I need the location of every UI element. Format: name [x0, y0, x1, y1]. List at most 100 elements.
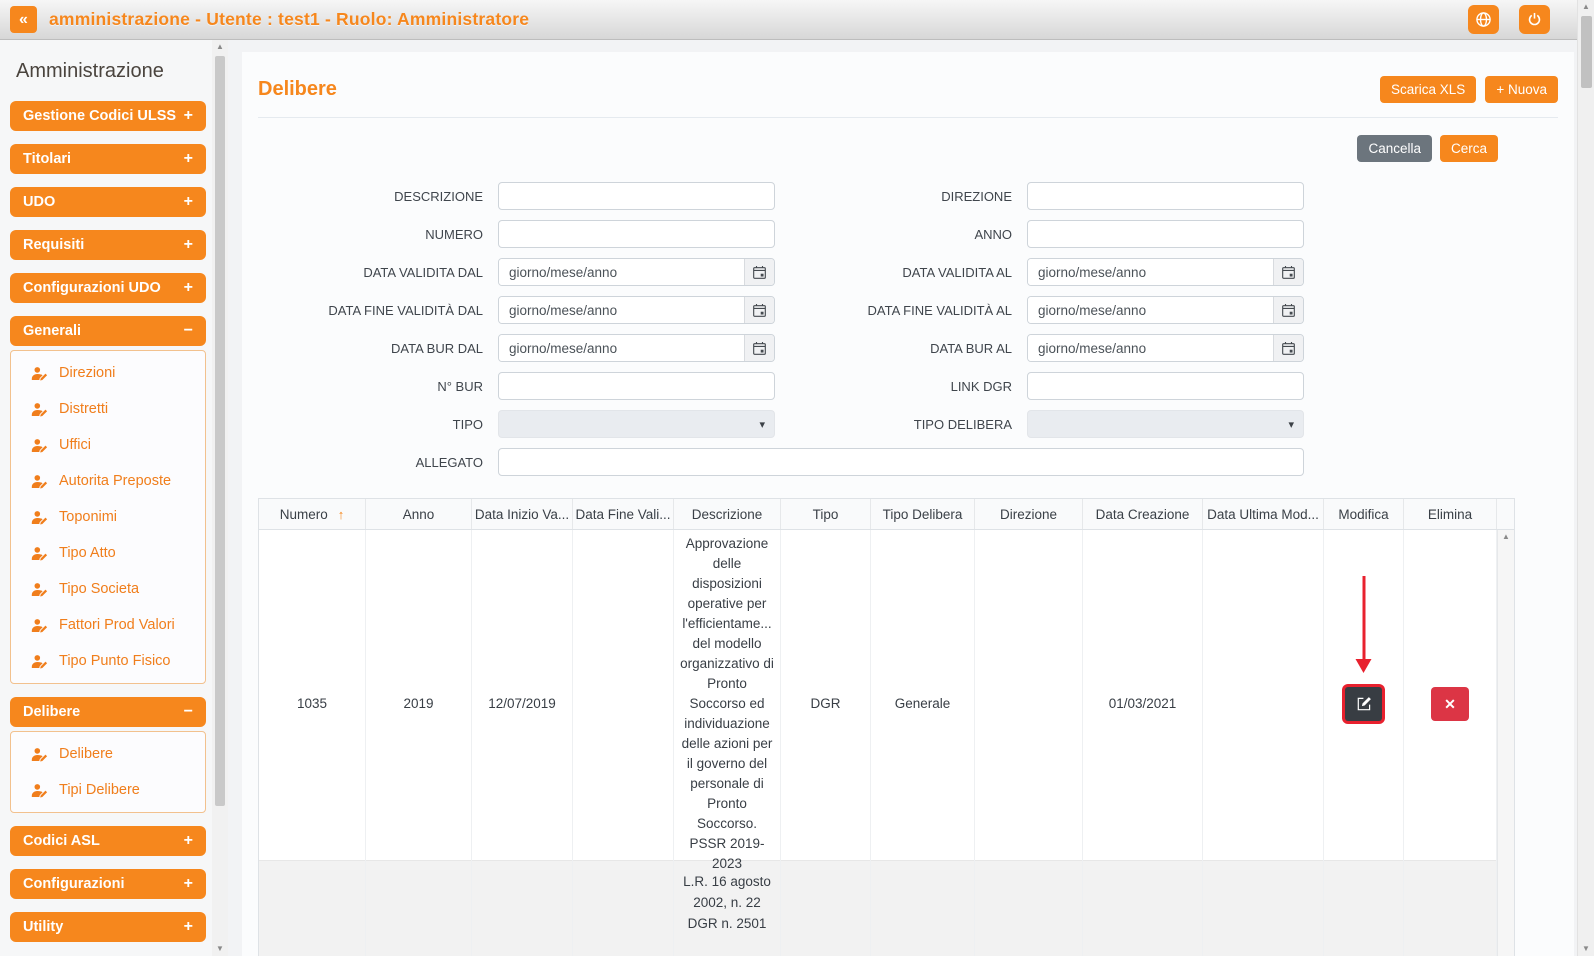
sidebar-section-requisiti[interactable]: Requisiti +	[10, 230, 206, 260]
top-bar: « amministrazione - Utente : test1 - Ruo…	[0, 0, 1594, 40]
sidebar-item-tipo-atto[interactable]: Tipo Atto	[11, 535, 205, 571]
scroll-up-icon[interactable]: ▲	[212, 40, 228, 54]
clear-button[interactable]: Cancella	[1357, 135, 1432, 162]
anno-label: ANNO	[974, 226, 1012, 242]
column-header-modifica: Modifica	[1324, 499, 1404, 529]
column-header-data-inizio[interactable]: Data Inizio Va...	[472, 499, 573, 529]
cell-tipo	[781, 861, 871, 956]
calendar-button[interactable]	[744, 259, 774, 285]
main-content: Delibere Scarica XLS + Nuova Cancella Ce…	[228, 40, 1594, 956]
sidebar-scrollbar[interactable]: ▲ ▼	[212, 40, 228, 956]
sidebar: Amministrazione Gestione Codici ULSS + T…	[0, 40, 228, 956]
edit-icon	[1356, 696, 1372, 712]
cell-direzione	[975, 530, 1083, 878]
data-validita-al-input[interactable]	[1028, 259, 1273, 285]
delete-button[interactable]: ✕	[1431, 687, 1469, 721]
sidebar-item-tipo-societa[interactable]: Tipo Societa	[11, 571, 205, 607]
n-bur-input[interactable]	[498, 372, 775, 400]
logout-button[interactable]	[1519, 5, 1550, 34]
chevron-down-icon: ▾	[1288, 418, 1294, 431]
cell-anno	[366, 861, 472, 956]
delibere-card: Delibere Scarica XLS + Nuova Cancella Ce…	[242, 52, 1574, 956]
calendar-button[interactable]	[744, 297, 774, 323]
column-header-direzione[interactable]: Direzione	[975, 499, 1083, 529]
sidebar-section-gestione-codici-ulss[interactable]: Gestione Codici ULSS +	[10, 101, 206, 131]
link-dgr-input[interactable]	[1027, 372, 1304, 400]
column-header-anno[interactable]: Anno	[366, 499, 472, 529]
sidebar-item-autorita-preposte[interactable]: Autorita Preposte	[11, 463, 205, 499]
user-edit-icon	[31, 747, 49, 762]
column-header-tipo[interactable]: Tipo	[781, 499, 871, 529]
calendar-button[interactable]	[744, 335, 774, 361]
data-validita-al-label: DATA VALIDITA AL	[902, 264, 1012, 280]
cell-modifica	[1324, 530, 1404, 878]
app-window: « amministrazione - Utente : test1 - Ruo…	[0, 0, 1594, 956]
sidebar-section-titolari[interactable]: Titolari +	[10, 144, 206, 174]
column-header-data-fine[interactable]: Data Fine Vali...	[573, 499, 674, 529]
anno-input[interactable]	[1027, 220, 1304, 248]
scroll-up-icon[interactable]: ▲	[1578, 0, 1594, 14]
sidebar-collapse-button[interactable]: «	[10, 6, 37, 33]
download-xls-button[interactable]: Scarica XLS	[1380, 76, 1477, 103]
plus-icon: +	[183, 279, 193, 296]
language-button[interactable]	[1468, 5, 1499, 34]
column-header-data-ultima-mod[interactable]: Data Ultima Mod...	[1203, 499, 1324, 529]
column-header-descrizione[interactable]: Descrizione	[674, 499, 781, 529]
data-validita-dal-label: DATA VALIDITA DAL	[363, 264, 483, 280]
search-button[interactable]: Cerca	[1439, 135, 1498, 162]
cell-data-inizio	[472, 861, 573, 956]
sidebar-item-distretti[interactable]: Distretti	[11, 391, 205, 427]
sidebar-item-fattori-prod-valori[interactable]: Fattori Prod Valori	[11, 607, 205, 643]
scrollbar-thumb[interactable]	[1580, 16, 1592, 88]
plus-icon: +	[183, 236, 193, 253]
sidebar-section-delibere[interactable]: Delibere −	[10, 697, 206, 727]
calendar-button[interactable]	[1273, 259, 1303, 285]
scroll-down-icon[interactable]: ▼	[1578, 942, 1594, 956]
sidebar-section-udo[interactable]: UDO +	[10, 187, 206, 217]
column-header-elimina: Elimina	[1404, 499, 1497, 529]
sidebar-section-configurazioni[interactable]: Configurazioni +	[10, 869, 206, 899]
plus-icon: +	[183, 107, 193, 124]
sidebar-item-tipi-delibere[interactable]: Tipi Delibere	[11, 772, 205, 808]
numero-input[interactable]	[498, 220, 775, 248]
sidebar-item-direzioni[interactable]: Direzioni	[11, 355, 205, 391]
data-validita-dal-input[interactable]	[499, 259, 744, 285]
calendar-button[interactable]	[1273, 335, 1303, 361]
sidebar-item-delibere[interactable]: Delibere	[11, 736, 205, 772]
column-header-numero[interactable]: Numero ↑	[259, 499, 366, 529]
descrizione-input[interactable]	[498, 182, 775, 210]
data-fine-validita-al-input[interactable]	[1028, 297, 1273, 323]
table-scrollbar[interactable]: ▲	[1497, 530, 1514, 956]
cell-numero	[259, 861, 366, 956]
data-bur-al-input[interactable]	[1028, 335, 1273, 361]
cell-anno: 2019	[366, 530, 472, 878]
sidebar-item-tipo-punto-fisico[interactable]: Tipo Punto Fisico	[11, 643, 205, 679]
sidebar-section-generali[interactable]: Generali −	[10, 316, 206, 346]
allegato-input[interactable]	[498, 448, 1304, 476]
sidebar-section-utility[interactable]: Utility +	[10, 912, 206, 942]
column-header-data-creazione[interactable]: Data Creazione	[1083, 499, 1203, 529]
scrollbar-thumb[interactable]	[215, 56, 225, 806]
sidebar-item-uffici[interactable]: Uffici	[11, 427, 205, 463]
calendar-button[interactable]	[1273, 297, 1303, 323]
sidebar-title: Amministrazione	[16, 60, 164, 82]
scroll-up-icon[interactable]: ▲	[1498, 530, 1514, 544]
sidebar-item-toponimi[interactable]: Toponimi	[11, 499, 205, 535]
tipo-select[interactable]: ▾	[498, 410, 775, 438]
tipo-delibera-select[interactable]: ▾	[1027, 410, 1304, 438]
cell-data-ultima-mod	[1203, 861, 1324, 956]
chevron-down-icon: ▾	[759, 418, 765, 431]
scroll-down-icon[interactable]: ▼	[212, 942, 228, 956]
sidebar-section-codici-asl[interactable]: Codici ASL +	[10, 826, 206, 856]
data-bur-dal-input[interactable]	[499, 335, 744, 361]
page-scrollbar[interactable]: ▲ ▼	[1577, 0, 1594, 956]
cell-tipo-delibera: Generale	[871, 530, 975, 878]
column-header-tipo-delibera[interactable]: Tipo Delibera	[871, 499, 975, 529]
direzione-input[interactable]	[1027, 182, 1304, 210]
page-title: Delibere	[258, 78, 337, 100]
plus-icon: +	[183, 150, 193, 167]
sidebar-section-configurazioni-udo[interactable]: Configurazioni UDO +	[10, 273, 206, 303]
new-button[interactable]: + Nuova	[1485, 76, 1558, 103]
data-fine-validita-dal-input[interactable]	[499, 297, 744, 323]
edit-button[interactable]	[1345, 687, 1382, 721]
